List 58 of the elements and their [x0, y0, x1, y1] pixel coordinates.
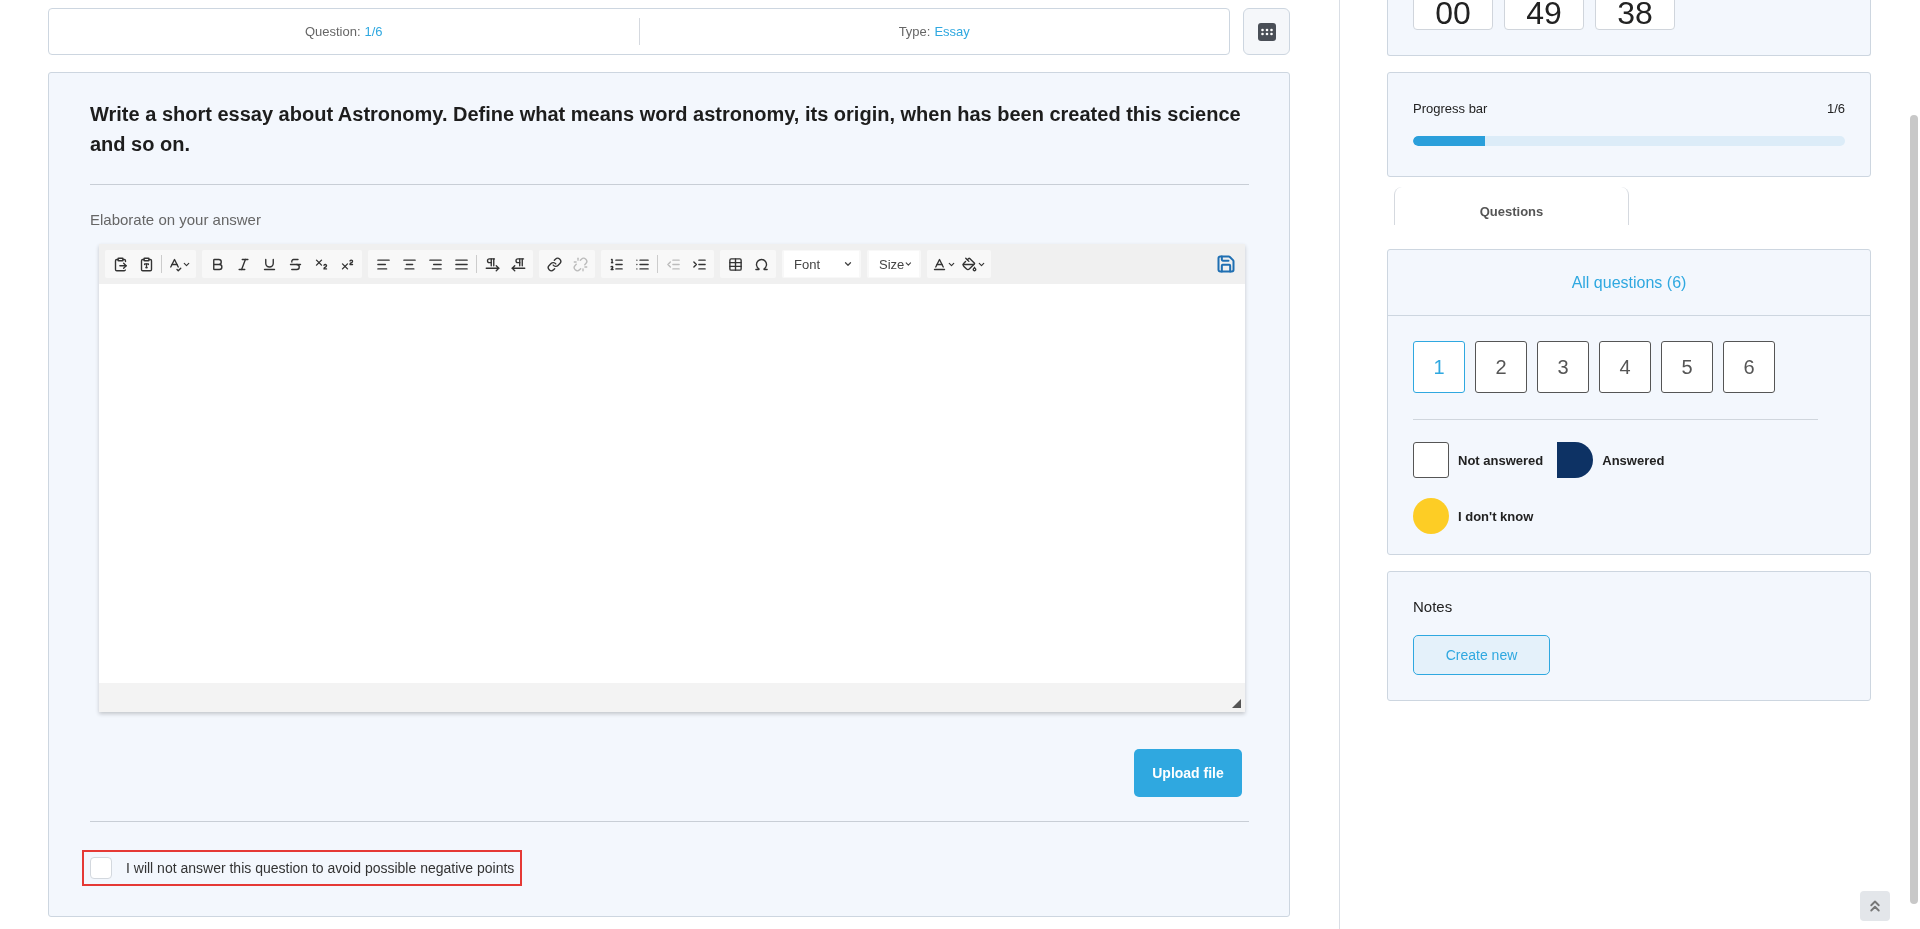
text-color-icon	[932, 256, 947, 272]
table-icon	[727, 256, 743, 272]
unlink-icon	[572, 256, 588, 272]
scrollbar-thumb[interactable]	[1910, 115, 1918, 904]
align-justify-icon	[453, 256, 469, 272]
pilcrow-left-icon	[510, 256, 526, 272]
underline-icon	[261, 256, 277, 272]
superscript-icon	[339, 256, 355, 272]
save-icon	[1216, 254, 1236, 274]
question-number-button[interactable]: 4	[1599, 341, 1651, 393]
question-text: Write a short essay about Astronomy. Define what means word astronomy, its origin, when has been created this science and so on.	[90, 99, 1249, 185]
skip-question-label: I will not answer this question to avoid possible negative points	[126, 860, 515, 876]
align-left-icon	[375, 256, 391, 272]
timer-digits: 38	[1595, 0, 1675, 30]
question-number-button[interactable]: 2	[1475, 341, 1527, 393]
timer-digits: 49	[1504, 0, 1584, 30]
progress-reading: 1/6	[1826, 101, 1845, 116]
menu-icon	[1257, 22, 1276, 41]
numbered-list-icon	[608, 256, 624, 272]
clipboard-text-icon	[138, 256, 154, 272]
skip-question-option[interactable]: I will not answer this question to avoid possible negative points	[82, 850, 523, 886]
toolbar-dropdown[interactable]: Font	[784, 251, 859, 277]
menu-button[interactable]	[1243, 8, 1290, 55]
type-label: Type:	[898, 24, 931, 39]
progress-label: Progress bar	[1413, 101, 1488, 116]
questions-tab[interactable]: Questions	[1394, 187, 1629, 225]
question-number-button[interactable]: 6	[1723, 341, 1775, 393]
question-label: Question:	[304, 24, 361, 39]
caret-icon	[843, 259, 853, 269]
clipboard-icon	[112, 256, 128, 272]
question-number-button[interactable]: 5	[1661, 341, 1713, 393]
legend-label: Not answered	[1458, 452, 1544, 468]
link-icon	[546, 256, 562, 272]
timer-digits: 00	[1413, 0, 1493, 30]
align-right-icon	[427, 256, 443, 272]
legend-label: I don't know	[1458, 508, 1534, 524]
notes-title: Notes	[1413, 598, 1454, 615]
align-center-icon	[401, 256, 417, 272]
question-number-button[interactable]: 3	[1537, 341, 1589, 393]
subscript-icon	[313, 256, 329, 272]
spellcheck-icon	[167, 256, 182, 272]
outdent-icon	[665, 256, 681, 272]
question-number: 1/6	[364, 24, 383, 39]
toolbar-dropdown[interactable]: Size	[869, 251, 919, 277]
scroll-to-top-button[interactable]	[1860, 891, 1890, 921]
answer-prompt: Elaborate on your answer	[90, 211, 262, 228]
omega-icon	[753, 256, 769, 272]
legend-label: Answered	[1602, 452, 1665, 468]
question-type: Essay	[934, 24, 970, 39]
caret-icon	[904, 259, 913, 269]
indent-icon	[691, 256, 707, 272]
italic-icon	[235, 256, 251, 272]
pilcrow-right-icon	[484, 256, 500, 272]
strikethrough-icon	[287, 256, 303, 272]
paint-bucket-icon	[962, 256, 977, 272]
resize-handle[interactable]	[1232, 699, 1241, 708]
bulleted-list-icon	[634, 256, 650, 272]
checkbox[interactable]	[90, 857, 112, 879]
